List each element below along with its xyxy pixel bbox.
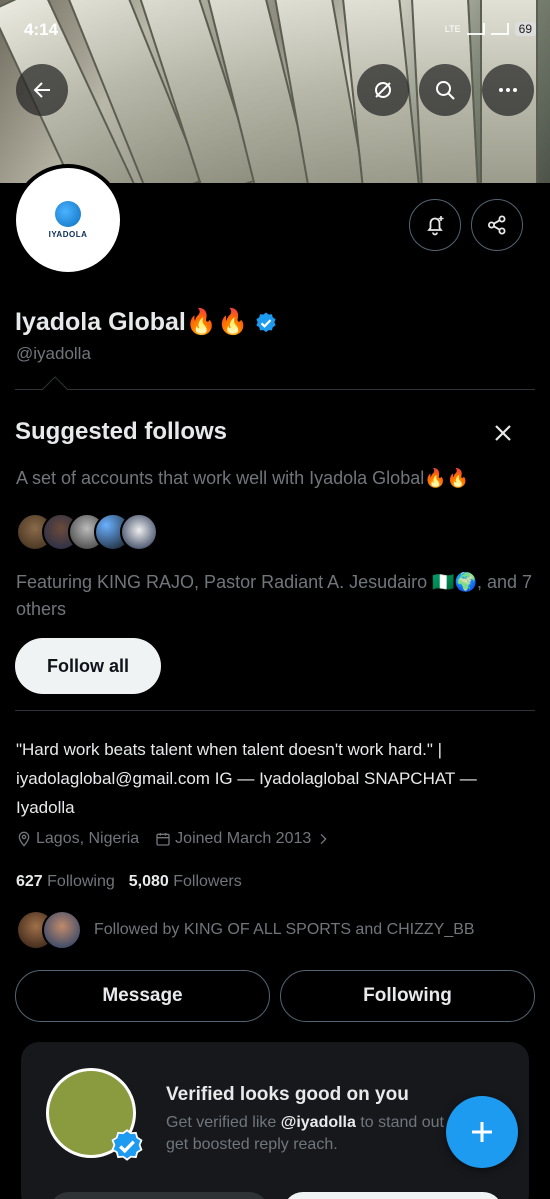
close-suggestions-button[interactable] <box>488 418 518 448</box>
grok-icon <box>375 82 391 98</box>
promo-handle: @iyadolla <box>280 1114 356 1131</box>
verified-badge-icon <box>111 1129 143 1161</box>
message-button[interactable]: Message <box>15 970 270 1022</box>
notifications-button[interactable] <box>409 199 461 251</box>
profile-avatar[interactable]: IYADOLA <box>12 164 124 276</box>
battery-level: 69 <box>514 22 536 36</box>
following-link[interactable]: 627 Following <box>16 873 115 891</box>
avatar <box>42 910 82 950</box>
follow-all-button[interactable]: Follow all <box>15 638 161 694</box>
suggested-subtitle: A set of accounts that work well with Iy… <box>16 468 470 488</box>
compose-button[interactable] <box>446 1096 518 1168</box>
followed-by[interactable]: Followed by KING OF ALL SPORTS and CHIZZ… <box>16 910 475 950</box>
status-icons: LTE 69 <box>445 22 536 36</box>
chevron-right-icon <box>320 833 327 845</box>
followers-label: Followers <box>173 873 242 890</box>
promo-secondary-button[interactable] <box>49 1192 269 1199</box>
display-name: Iyadola Global🔥🔥 <box>15 308 249 336</box>
signal-icon <box>490 23 509 35</box>
followers-count: 5,080 <box>128 873 169 890</box>
more-button[interactable] <box>482 64 534 116</box>
location: Lagos, Nigeria <box>16 830 139 848</box>
search-button[interactable] <box>419 64 471 116</box>
following-count: 627 <box>16 873 43 890</box>
plus-icon <box>472 1122 492 1142</box>
verified-badge-icon[interactable] <box>254 311 278 335</box>
grok-button[interactable] <box>357 64 409 116</box>
location-pin-icon <box>18 831 30 847</box>
suggestion-caret <box>42 376 68 402</box>
avatar <box>120 513 158 551</box>
avatar-logo: IYADOLA <box>16 168 120 272</box>
join-date-text: Joined March 2013 <box>175 830 312 847</box>
divider <box>15 389 535 390</box>
location-text: Lagos, Nigeria <box>36 830 140 847</box>
profile-handle: @iyadolla <box>16 344 91 363</box>
promo-primary-button[interactable] <box>283 1192 503 1199</box>
suggested-featuring: Featuring KING RAJO, Pastor Radiant A. J… <box>16 572 533 619</box>
profile-meta: Lagos, Nigeria Joined March 2013 <box>16 830 331 848</box>
share-icon <box>488 215 506 235</box>
promo-text-suffix: to stand out <box>355 1114 444 1131</box>
calendar-icon <box>156 833 170 846</box>
profile-bio: "Hard work beats talent when talent does… <box>16 740 477 817</box>
status-bar: 4:14 LTE 69 <box>0 0 550 60</box>
promo-text-prefix: Get verified like <box>166 1114 281 1131</box>
close-icon <box>495 425 511 441</box>
following-label: Following <box>47 873 115 890</box>
follow-counts: 627 Following 5,080 Followers <box>16 873 242 891</box>
profile-name: Iyadola Global🔥🔥 <box>15 308 278 337</box>
join-date[interactable]: Joined March 2013 <box>155 830 331 848</box>
search-icon <box>436 81 455 100</box>
logo-icon <box>55 201 81 227</box>
suggested-title: Suggested follows <box>15 418 228 445</box>
arrow-left-icon <box>33 82 50 98</box>
following-button[interactable]: Following <box>280 970 535 1022</box>
network-type: LTE <box>444 23 461 34</box>
promo-text-line2: get boosted reply reach. <box>166 1136 338 1153</box>
suggested-avatars[interactable] <box>16 513 158 551</box>
logo-text: IYADOLA <box>48 230 88 239</box>
back-button[interactable] <box>16 64 68 116</box>
promo-title: Verified looks good on you <box>166 1084 409 1105</box>
divider <box>15 710 535 711</box>
signal-icon <box>466 23 485 35</box>
bell-plus-icon <box>427 216 444 236</box>
share-button[interactable] <box>471 199 523 251</box>
more-horizontal-icon <box>499 88 517 92</box>
followed-by-text: Followed by KING OF ALL SPORTS and CHIZZ… <box>94 921 475 938</box>
promo-text: Get verified like @iyadolla to stand out… <box>166 1112 456 1156</box>
status-time: 4:14 <box>24 20 59 39</box>
followers-link[interactable]: 5,080 Followers <box>129 873 242 891</box>
